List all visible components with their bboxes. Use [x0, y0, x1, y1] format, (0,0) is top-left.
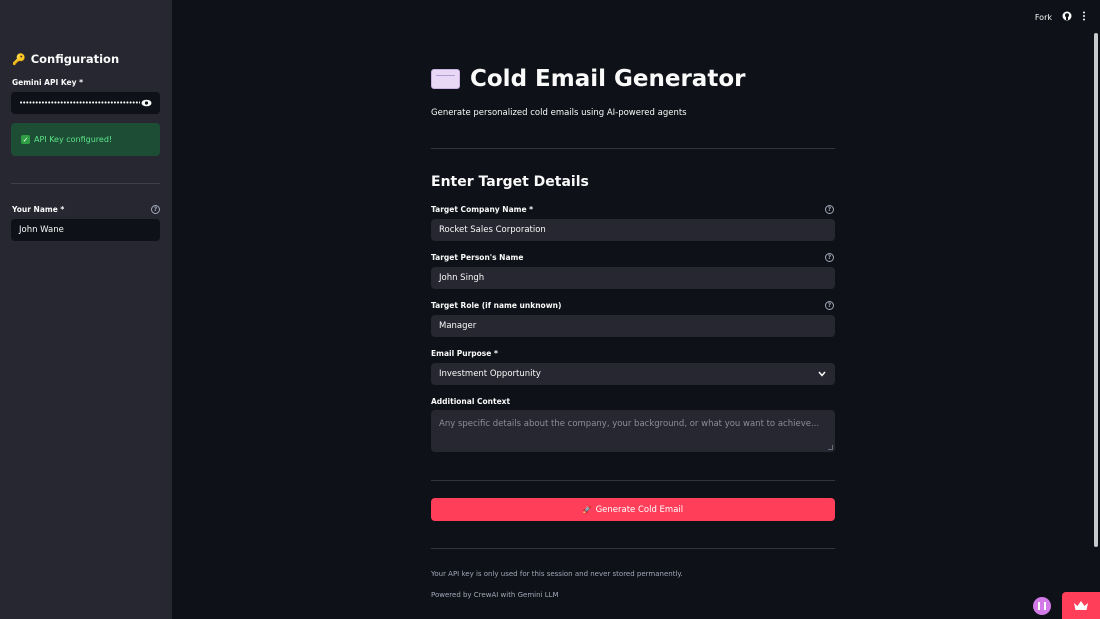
page-subtitle: Generate personalized cold emails using …	[431, 108, 687, 118]
sidebar-title-text: Configuration	[30, 52, 120, 66]
envelope-icon	[431, 69, 460, 89]
pause-icon	[1038, 602, 1046, 610]
fork-link[interactable]: Fork	[1035, 13, 1052, 22]
top-toolbar: Fork	[1035, 11, 1086, 23]
help-icon[interactable]: ?	[825, 253, 834, 262]
help-icon[interactable]: ?	[825, 301, 834, 310]
company-label: Target Company Name *	[431, 205, 534, 214]
generate-button-label: Generate Cold Email	[595, 504, 684, 515]
person-value: John Singh	[439, 273, 485, 283]
page-title: Cold Email Generator	[431, 66, 745, 92]
divider	[431, 548, 835, 549]
divider	[431, 148, 835, 149]
person-label: Target Person's Name	[431, 253, 524, 262]
page-title-text: Cold Email Generator	[470, 66, 746, 92]
more-menu-icon[interactable]	[1082, 11, 1086, 23]
help-icon[interactable]: ?	[151, 205, 160, 214]
divider	[431, 480, 835, 481]
footer-note: Your API key is only used for this sessi…	[431, 570, 683, 578]
api-key-label: Gemini API Key *	[12, 78, 84, 87]
eye-icon[interactable]	[140, 97, 152, 109]
role-label: Target Role (if name unknown)	[431, 301, 562, 310]
purpose-select[interactable]: Investment Opportunity	[431, 363, 835, 385]
section-title: Enter Target Details	[431, 174, 589, 190]
scrollbar[interactable]	[1094, 33, 1098, 547]
sidebar: 🔑 Configuration Gemini API Key * •••••••…	[0, 0, 172, 619]
api-key-input[interactable]: ••••••••••••••••••••••••••••••••••••••••	[11, 92, 160, 114]
context-label: Additional Context	[431, 397, 511, 406]
context-textarea[interactable]: Any specific details about the company, …	[431, 410, 835, 452]
role-input[interactable]: Manager	[431, 315, 835, 337]
purpose-label: Email Purpose *	[431, 349, 498, 358]
rocket-icon: 🚀	[582, 505, 592, 514]
footer-powered: Powered by CrewAI with Gemini LLM	[431, 591, 559, 599]
help-icon[interactable]: ?	[825, 205, 834, 214]
sidebar-title: 🔑 Configuration	[12, 52, 119, 66]
status-indicator[interactable]	[1033, 597, 1051, 615]
person-input[interactable]: John Singh	[431, 267, 835, 289]
purpose-value: Investment Opportunity	[439, 369, 541, 379]
github-icon[interactable]	[1062, 11, 1072, 23]
company-value: Rocket Sales Corporation	[439, 225, 546, 235]
check-icon: ✓	[21, 135, 30, 144]
streamlit-badge[interactable]	[1062, 592, 1100, 619]
api-key-success-alert: ✓ API Key configured!	[11, 123, 160, 156]
role-value: Manager	[439, 321, 477, 331]
key-icon: 🔑	[12, 52, 26, 66]
sidebar-divider	[11, 183, 160, 184]
generate-button[interactable]: 🚀 Generate Cold Email	[431, 498, 835, 521]
api-key-value: ••••••••••••••••••••••••••••••••••••••••	[19, 99, 140, 107]
your-name-value: John Wane	[19, 225, 64, 235]
resize-handle-icon[interactable]	[828, 445, 833, 450]
crown-icon	[1074, 601, 1088, 610]
chevron-down-icon	[817, 369, 827, 379]
success-text: API Key configured!	[34, 135, 113, 144]
your-name-label: Your Name *	[12, 205, 65, 214]
company-input[interactable]: Rocket Sales Corporation	[431, 219, 835, 241]
your-name-input[interactable]: John Wane	[11, 219, 160, 241]
context-placeholder: Any specific details about the company, …	[439, 419, 820, 429]
